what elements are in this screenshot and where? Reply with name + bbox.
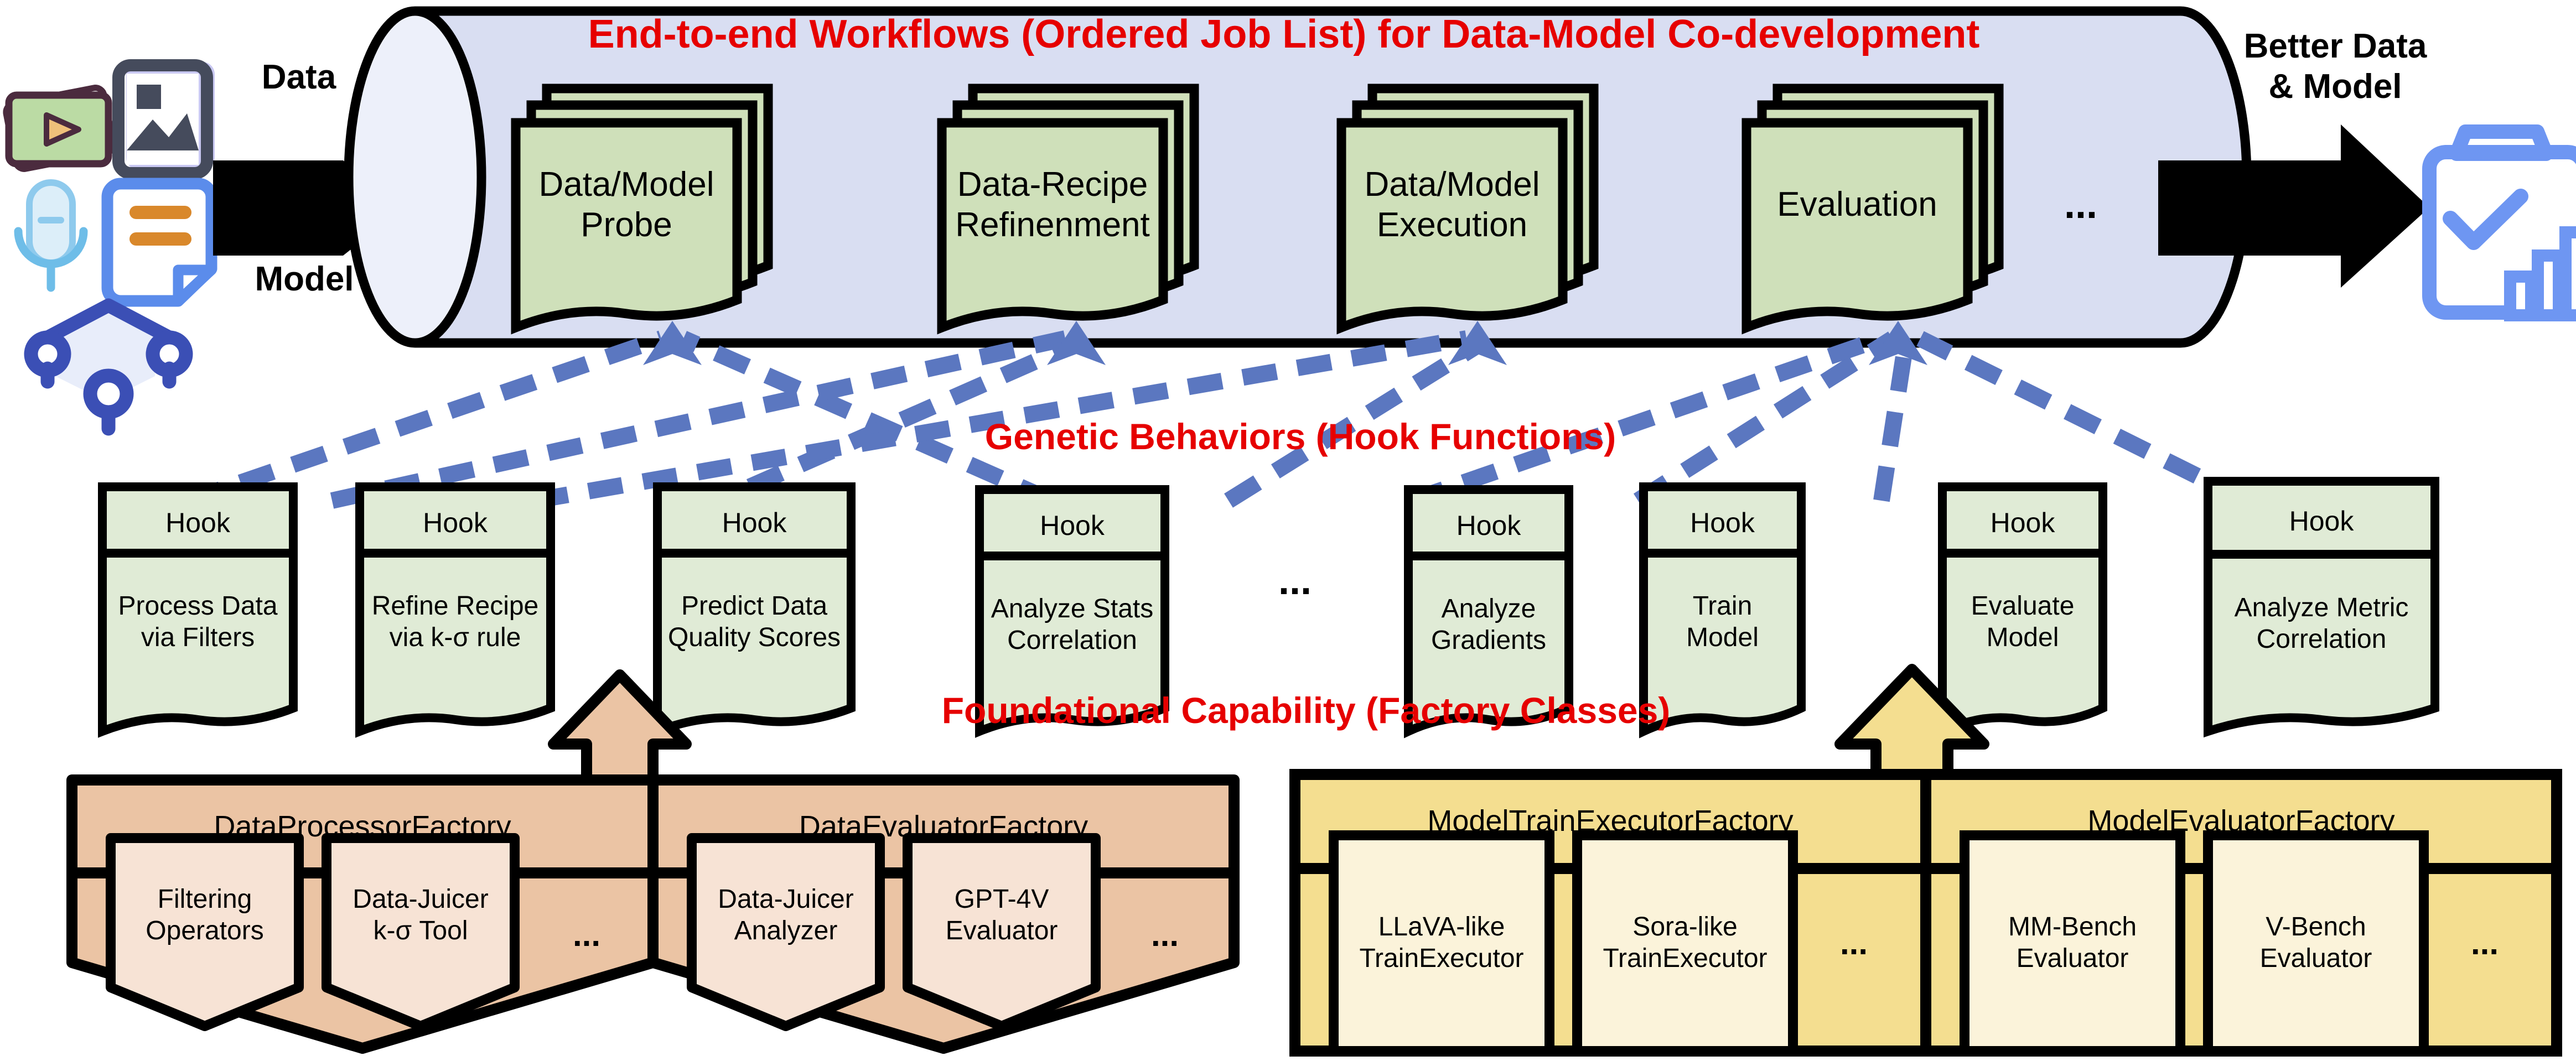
hook-desc-2[interactable]: Refine Recipe via k-σ rule	[360, 561, 551, 683]
factory-item-data-juicer-ksigma[interactable]: Data-Juicer k-σ Tool	[326, 855, 515, 976]
factory-ellipsis-model-evaluator: ...	[2470, 924, 2499, 961]
factory-ellipsis-data-evaluator: ...	[1150, 916, 1179, 953]
arrow-hook1-to-job1	[185, 330, 664, 509]
factory-item-sora-like-trainexecutor[interactable]: Sora-like TrainExecutor	[1577, 882, 1793, 1004]
hook-desc-6[interactable]: Train Model	[1644, 561, 1801, 683]
job-card-label-4[interactable]: Evaluation	[1746, 138, 1968, 271]
factory-title-model-evaluator[interactable]: ModelEvaluatorFactory	[1926, 777, 2557, 866]
image-picture-icon	[112, 59, 215, 179]
factory-ellipsis-data-processor: ...	[572, 916, 600, 953]
clipboard-check-chart-icon	[2422, 124, 2576, 321]
hook-desc-5[interactable]: Analyze Gradients	[1408, 564, 1569, 686]
factory-item-v-bench-evaluator[interactable]: V-Bench Evaluator	[2208, 882, 2424, 1004]
hook-desc-1[interactable]: Process Data via Filters	[102, 561, 293, 683]
factory-item-llava-like-trainexecutor[interactable]: LLaVA-like TrainExecutor	[1334, 882, 1549, 1004]
factory-item-mm-bench-evaluator[interactable]: MM-Bench Evaluator	[1965, 882, 2180, 1004]
job-card-label-3[interactable]: Data/Model Execution	[1341, 138, 1563, 271]
factory-title-model-train-executor[interactable]: ModelTrainExecutorFactory	[1295, 777, 1926, 866]
hooks-ellipsis: ...	[1278, 558, 1312, 603]
hook-desc-7[interactable]: Evaluate Model	[1942, 561, 2103, 683]
hook-title-8: Hook	[2289, 506, 2354, 537]
text-document-icon	[101, 178, 217, 307]
factory-item-gpt4v-evaluator[interactable]: GPT-4V Evaluator	[908, 855, 1096, 976]
diagram-canvas: End-to-end Workflows (Ordered Job List) …	[0, 0, 2576, 1061]
arrow-hook8b-to-job4	[1873, 337, 1915, 502]
page-title: End-to-end Workflows (Ordered Job List) …	[588, 12, 1980, 56]
job-card-label-1[interactable]: Data/Model Probe	[516, 138, 737, 271]
arrow-hook9-to-job4	[1916, 331, 2251, 508]
pipeline-ellipsis: ...	[2064, 182, 2097, 227]
factory-item-data-juicer-analyzer[interactable]: Data-Juicer Analyzer	[692, 855, 880, 976]
hook-title-7: Hook	[1990, 507, 2055, 538]
input-label-data: Data	[261, 58, 336, 97]
hook-title-3: Hook	[722, 507, 787, 538]
output-label: Better Data & Model	[2243, 27, 2427, 106]
microphone-icon	[14, 179, 88, 292]
hook-title-5: Hook	[1456, 509, 1521, 541]
hook-desc-8[interactable]: Analyze Metric Correlation	[2208, 563, 2435, 685]
hook-title-6: Hook	[1690, 507, 1755, 538]
input-label-model: Model	[255, 260, 354, 299]
factory-item-filtering-operators[interactable]: Filtering Operators	[111, 855, 299, 976]
hook-desc-3[interactable]: Predict Data Quality Scores	[657, 561, 851, 683]
hooks-section-title: Genetic Behaviors (Hook Functions)	[984, 416, 1616, 457]
hook-title-2: Hook	[423, 507, 488, 538]
model-node-graph-icon	[24, 298, 193, 436]
job-card-label-2[interactable]: Data-Recipe Refinenment	[942, 138, 1163, 271]
hook-title-4: Hook	[1040, 509, 1105, 541]
factory-ellipsis-model-train: ...	[1839, 924, 1868, 961]
hook-title-1: Hook	[165, 507, 230, 538]
factory-section-title: Foundational Capability (Factory Classes…	[941, 690, 1671, 731]
hook-desc-4[interactable]: Analyze Stats Correlation	[974, 564, 1170, 686]
video-clapperboard-icon	[3, 85, 117, 172]
